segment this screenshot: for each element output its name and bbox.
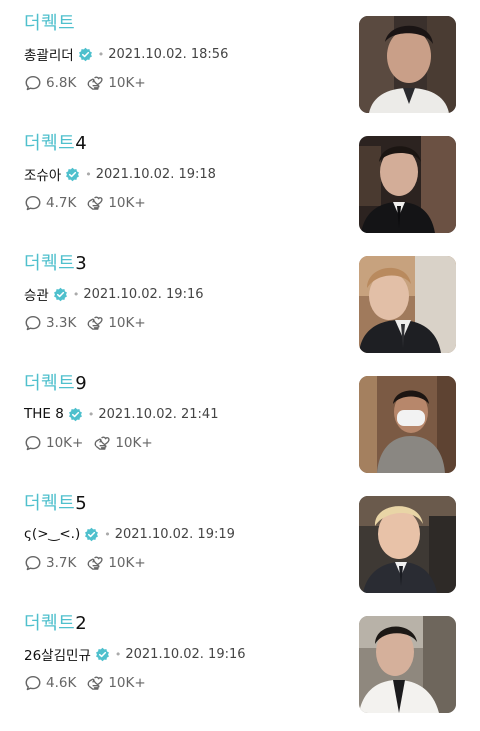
post-title[interactable]: 더퀙트4 [24, 133, 87, 155]
like-count: 10K+ [108, 675, 146, 691]
post-thumbnail[interactable] [359, 256, 456, 353]
author-name[interactable]: 총괄리더 [24, 44, 74, 64]
comment-bubble-icon [25, 75, 41, 91]
separator-dot: • [97, 47, 105, 61]
post-keyword: 더퀙트 [24, 373, 76, 394]
verified-badge-icon [53, 287, 67, 301]
author-name[interactable]: 26살김민규 [24, 644, 91, 664]
heart-hands-icon[interactable] [86, 314, 104, 332]
post-meta: 26살김민규 • 2021.10.02. 19:16 [24, 644, 246, 665]
post-date: 2021.10.02. 19:18 [95, 166, 216, 182]
post-item[interactable]: 더퀙트2 26살김민규 • 2021.10.02. 19:16 4.6K 10K… [0, 608, 480, 718]
comment-count: 4.7K [46, 195, 77, 211]
post-keyword: 더퀙트 [24, 493, 76, 514]
verified-badge-icon [68, 407, 82, 421]
post-title[interactable]: 더퀙트 [24, 13, 75, 35]
post-title[interactable]: 더퀙트2 [24, 613, 87, 635]
comment-count: 6.8K [46, 75, 77, 91]
post-keyword: 더퀙트 [24, 613, 76, 634]
post-stats: 4.6K 10K+ [24, 673, 146, 693]
post-stats: 3.3K 10K+ [24, 313, 146, 333]
author-name[interactable]: THE 8 [24, 406, 64, 422]
post-thumbnail[interactable] [359, 16, 456, 113]
post-thumbnail[interactable] [359, 496, 456, 593]
post-thumbnail[interactable] [359, 376, 456, 473]
post-keyword: 더퀙트 [24, 253, 76, 274]
post-number: 4 [75, 133, 88, 154]
post-meta: 총괄리더 • 2021.10.02. 18:56 [24, 44, 229, 65]
post-date: 2021.10.02. 19:19 [114, 526, 235, 542]
post-item[interactable]: 더퀙트4 조슈아 • 2021.10.02. 19:18 4.7K 10K+ [0, 128, 480, 238]
post-thumbnail[interactable] [359, 616, 456, 713]
like-count: 10K+ [115, 435, 153, 451]
post-keyword: 더퀙트 [24, 13, 76, 34]
author-name[interactable]: ς(>‿<.) [24, 526, 80, 542]
verified-badge-icon [78, 47, 92, 61]
post-meta: ς(>‿<.) • 2021.10.02. 19:19 [24, 525, 235, 543]
separator-dot: • [104, 527, 111, 541]
like-count: 10K+ [108, 315, 146, 331]
comment-count: 10K+ [46, 435, 84, 451]
post-number: 9 [75, 373, 88, 394]
comment-bubble-icon [25, 195, 41, 211]
comment-bubble-icon [25, 675, 41, 691]
post-title[interactable]: 더퀙트9 [24, 373, 87, 395]
like-count: 10K+ [108, 195, 146, 211]
post-item[interactable]: 더퀙트5 ς(>‿<.) • 2021.10.02. 19:19 3.7K 10… [0, 488, 480, 598]
fan-letter-feed: 더퀙트 총괄리더 • 2021.10.02. 18:56 6.8K 10K+ 더… [0, 0, 480, 731]
post-keyword: 더퀙트 [24, 133, 76, 154]
post-number: 3 [75, 253, 88, 274]
post-date: 2021.10.02. 19:16 [125, 646, 246, 662]
comment-bubble-icon [25, 315, 41, 331]
post-item[interactable]: 더퀙트 총괄리더 • 2021.10.02. 18:56 6.8K 10K+ [0, 8, 480, 118]
heart-hands-icon[interactable] [86, 554, 104, 572]
post-date: 2021.10.02. 19:16 [83, 286, 204, 302]
post-number: 5 [75, 493, 88, 514]
post-item[interactable]: 더퀙트3 승관 • 2021.10.02. 19:16 3.3K 10K+ [0, 248, 480, 358]
post-date: 2021.10.02. 21:41 [98, 406, 219, 422]
separator-dot: • [87, 407, 95, 421]
comment-bubble-icon [25, 435, 41, 451]
post-date: 2021.10.02. 18:56 [108, 46, 229, 62]
heart-hands-icon[interactable] [86, 74, 104, 92]
post-meta: 승관 • 2021.10.02. 19:16 [24, 284, 204, 305]
heart-hands-icon[interactable] [93, 434, 111, 452]
post-number: 2 [75, 613, 88, 634]
post-item[interactable]: 더퀙트9 THE 8 • 2021.10.02. 21:41 10K+ 10K+ [0, 368, 480, 478]
comment-count: 4.6K [46, 675, 77, 691]
separator-dot: • [114, 647, 122, 661]
post-meta: 조슈아 • 2021.10.02. 19:18 [24, 164, 216, 185]
like-count: 10K+ [108, 75, 146, 91]
like-count: 10K+ [108, 555, 146, 571]
author-name[interactable]: 조슈아 [24, 164, 61, 184]
author-name[interactable]: 승관 [24, 284, 49, 304]
heart-hands-icon[interactable] [86, 194, 104, 212]
comment-count: 3.3K [46, 315, 77, 331]
verified-badge-icon [66, 167, 80, 181]
comment-bubble-icon [25, 555, 41, 571]
separator-dot: • [85, 167, 92, 181]
post-stats: 10K+ 10K+ [24, 433, 153, 453]
verified-badge-icon [85, 527, 99, 541]
post-meta: THE 8 • 2021.10.02. 21:41 [24, 405, 218, 423]
heart-hands-icon[interactable] [86, 674, 104, 692]
separator-dot: • [72, 287, 80, 301]
post-stats: 4.7K 10K+ [24, 193, 146, 213]
comment-count: 3.7K [46, 555, 77, 571]
post-title[interactable]: 더퀙트3 [24, 253, 87, 275]
verified-badge-icon [95, 647, 109, 661]
post-title[interactable]: 더퀙트5 [24, 493, 87, 515]
post-stats: 6.8K 10K+ [24, 73, 146, 93]
post-thumbnail[interactable] [359, 136, 456, 233]
post-stats: 3.7K 10K+ [24, 553, 146, 573]
